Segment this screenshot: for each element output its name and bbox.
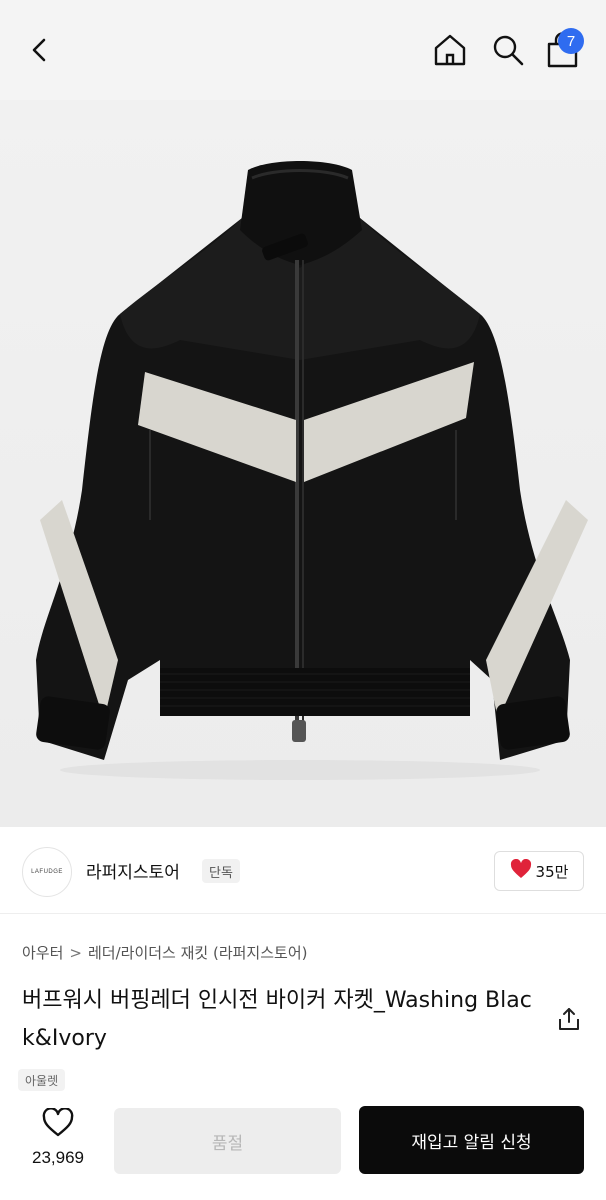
outlet-tag: 아울렛	[18, 1069, 66, 1091]
store-name[interactable]: 라퍼지스토어	[86, 858, 180, 883]
breadcrumb-category-outer[interactable]: 아우터	[22, 942, 63, 963]
cart-count-badge: 7	[558, 28, 584, 54]
breadcrumb: 아우터 > 레더/라이더스 재킷 (라퍼지스토어)	[22, 942, 307, 963]
bottom-action-bar: 23,969 품절 재입고 알림 신청	[0, 1100, 606, 1200]
share-icon[interactable]	[556, 1006, 582, 1032]
product-image[interactable]	[0, 100, 606, 827]
breadcrumb-category-leather[interactable]: 레더/라이더스 재킷 (라퍼지스토어)	[88, 942, 308, 963]
jacket-illustration	[36, 161, 588, 780]
wishlist-count: 23,969	[32, 1148, 84, 1167]
store-like-button[interactable]: 35만	[494, 851, 584, 891]
wishlist-button[interactable]: 23,969	[18, 1107, 98, 1178]
store-like-count: 35만	[535, 862, 569, 881]
top-navigation-bar: 7	[0, 0, 606, 100]
product-title: 버프워시 버핑레더 인시전 바이커 자켓_Washing Black&Ivory	[22, 988, 532, 1051]
heart-outline-icon	[41, 1107, 75, 1142]
restock-notify-button[interactable]: 재입고 알림 신청	[359, 1106, 584, 1174]
breadcrumb-separator: >	[69, 943, 82, 962]
soldout-button[interactable]: 품절	[114, 1108, 341, 1174]
store-info-row: LAFUDGE 라퍼지스토어 단독 35만	[0, 828, 606, 914]
store-logo[interactable]: LAFUDGE	[22, 847, 72, 897]
search-icon[interactable]	[488, 30, 528, 70]
store-exclusive-tag: 단독	[202, 859, 240, 883]
heart-filled-icon	[510, 858, 532, 883]
chevron-left-icon[interactable]	[22, 32, 58, 68]
home-icon[interactable]	[430, 30, 470, 70]
